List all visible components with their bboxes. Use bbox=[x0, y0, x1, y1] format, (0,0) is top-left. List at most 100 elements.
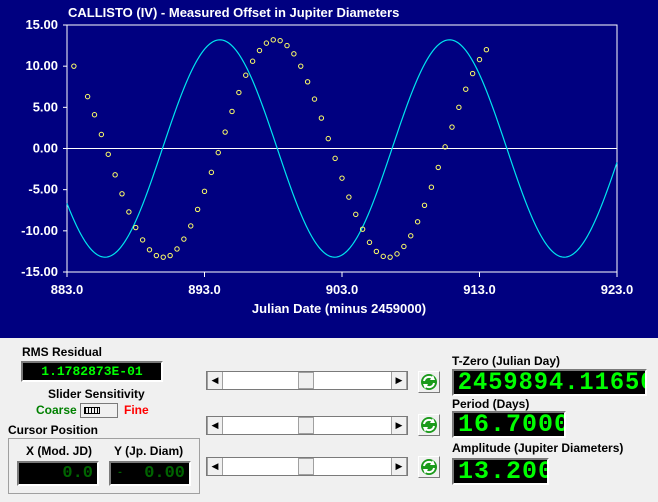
amplitude-slider-thumb[interactable] bbox=[298, 458, 314, 475]
amplitude-value: 13.2000 bbox=[458, 458, 547, 485]
x-tick-label: 903.0 bbox=[326, 282, 359, 297]
cursor-y-label: Y (Jp. Diam) bbox=[114, 444, 184, 458]
y-axis: 15.00 10.00 5.00 0.00 -5.00 -10.00 -15.00 bbox=[21, 17, 67, 279]
measurement-point bbox=[387, 254, 393, 260]
tzero-value: 2459894.11650 bbox=[457, 369, 647, 396]
measurement-point bbox=[394, 251, 400, 257]
measurement-point bbox=[98, 131, 105, 138]
x-tick-label: 923.0 bbox=[601, 282, 634, 297]
measurement-point bbox=[483, 47, 490, 53]
refresh-icon bbox=[421, 417, 437, 433]
tzero-slider-left-arrow[interactable]: ◀ bbox=[207, 372, 223, 389]
measurement-point bbox=[167, 252, 173, 259]
measurement-point bbox=[208, 169, 215, 176]
period-display: 16.70000 bbox=[452, 411, 566, 438]
amplitude-slider-left-arrow[interactable]: ◀ bbox=[207, 458, 223, 475]
measurement-point bbox=[215, 149, 221, 156]
measurement-point bbox=[105, 151, 111, 157]
period-slider[interactable]: ◀ ▶ bbox=[206, 416, 408, 435]
measurement-point bbox=[311, 96, 318, 102]
refresh-icon bbox=[421, 374, 437, 390]
period-slider-left-arrow[interactable]: ◀ bbox=[207, 417, 223, 434]
rms-value-display: 1.1782873E-01 bbox=[21, 361, 163, 382]
measurement-point bbox=[456, 104, 462, 111]
cursor-y-value: 0.00 bbox=[144, 464, 185, 483]
measurement-point bbox=[332, 155, 338, 162]
y-tick-label: 0.00 bbox=[33, 141, 58, 156]
measurement-point bbox=[201, 188, 208, 195]
tzero-slider[interactable]: ◀ ▶ bbox=[206, 371, 408, 390]
cursor-y-sign: - bbox=[117, 468, 124, 479]
y-tick-label: -15.00 bbox=[21, 264, 58, 279]
period-slider-right-arrow[interactable]: ▶ bbox=[391, 417, 407, 434]
measurement-point bbox=[298, 63, 304, 69]
fine-label: Fine bbox=[124, 403, 149, 417]
tzero-label: T-Zero (Julian Day) bbox=[452, 354, 561, 368]
measurement-point bbox=[421, 202, 428, 209]
amplitude-label: Amplitude (Jupiter Diameters) bbox=[452, 441, 624, 455]
measurement-point bbox=[153, 252, 160, 259]
refresh-icon bbox=[421, 459, 437, 475]
coarse-label: Coarse bbox=[36, 403, 77, 417]
period-value: 16.70000 bbox=[458, 411, 564, 438]
tzero-slider-right-arrow[interactable]: ▶ bbox=[391, 372, 407, 389]
y-tick-label: -5.00 bbox=[28, 182, 58, 197]
offset-chart[interactable]: CALLISTO (IV) - Measured Offset in Jupit… bbox=[0, 0, 658, 338]
amplitude-refresh-button[interactable] bbox=[418, 456, 440, 478]
tzero-display: 2459894.11650 bbox=[452, 369, 647, 396]
measurement-point bbox=[91, 112, 98, 118]
measurement-point bbox=[222, 129, 228, 135]
measurement-point bbox=[346, 194, 352, 200]
y-tick-label: -10.00 bbox=[21, 223, 58, 238]
measurement-point bbox=[160, 254, 166, 260]
cursor-y-display: - 0.00 bbox=[109, 461, 191, 486]
cursor-x-display: 0.0 bbox=[17, 461, 99, 486]
period-slider-thumb[interactable] bbox=[298, 417, 314, 434]
measurement-point bbox=[243, 72, 249, 78]
x-tick-label: 893.0 bbox=[188, 282, 221, 297]
measurement-point bbox=[469, 70, 476, 77]
y-tick-label: 5.00 bbox=[33, 99, 58, 114]
period-refresh-button[interactable] bbox=[418, 414, 440, 436]
measurement-point bbox=[194, 206, 201, 213]
measurement-point bbox=[71, 63, 77, 69]
toggle-knob bbox=[84, 407, 100, 414]
measurement-point bbox=[263, 40, 270, 46]
measurement-point bbox=[373, 248, 380, 255]
measurement-point bbox=[449, 124, 455, 130]
measurement-point bbox=[277, 37, 283, 44]
rms-label: RMS Residual bbox=[22, 345, 103, 359]
measurement-point bbox=[366, 239, 373, 246]
measurement-point bbox=[139, 237, 146, 243]
measurement-point bbox=[270, 37, 276, 43]
measurement-point bbox=[408, 233, 414, 239]
measurement-point bbox=[256, 47, 263, 54]
measurement-point bbox=[146, 247, 153, 253]
amplitude-slider[interactable]: ◀ ▶ bbox=[206, 457, 408, 476]
x-tick-label: 883.0 bbox=[51, 282, 84, 297]
measurement-point bbox=[126, 209, 132, 215]
measurement-point bbox=[318, 115, 325, 121]
tzero-slider-thumb[interactable] bbox=[298, 372, 314, 389]
amplitude-slider-right-arrow[interactable]: ▶ bbox=[391, 458, 407, 475]
sensitivity-toggle[interactable] bbox=[80, 403, 118, 418]
measurement-point bbox=[119, 191, 125, 197]
y-tick-label: 10.00 bbox=[25, 58, 58, 73]
plot-panel[interactable]: CALLISTO (IV) - Measured Offset in Jupit… bbox=[0, 0, 658, 338]
sensitivity-label: Slider Sensitivity bbox=[48, 387, 145, 401]
measurement-point bbox=[476, 56, 483, 63]
tzero-refresh-button[interactable] bbox=[418, 371, 440, 393]
measurement-point bbox=[325, 135, 331, 142]
measurement-point bbox=[304, 79, 311, 85]
y-tick-label: 15.00 bbox=[25, 17, 58, 32]
measurement-point bbox=[181, 236, 187, 242]
measurement-point bbox=[414, 219, 421, 225]
cursor-position-title: Cursor Position bbox=[8, 423, 99, 437]
measurement-point bbox=[174, 246, 180, 252]
measurement-point bbox=[284, 42, 290, 49]
measurement-point bbox=[84, 93, 91, 100]
measurement-point bbox=[112, 172, 118, 178]
measurement-point bbox=[133, 224, 139, 231]
measurement-point bbox=[463, 86, 469, 92]
x-axis-label: Julian Date (minus 2459000) bbox=[252, 301, 426, 316]
